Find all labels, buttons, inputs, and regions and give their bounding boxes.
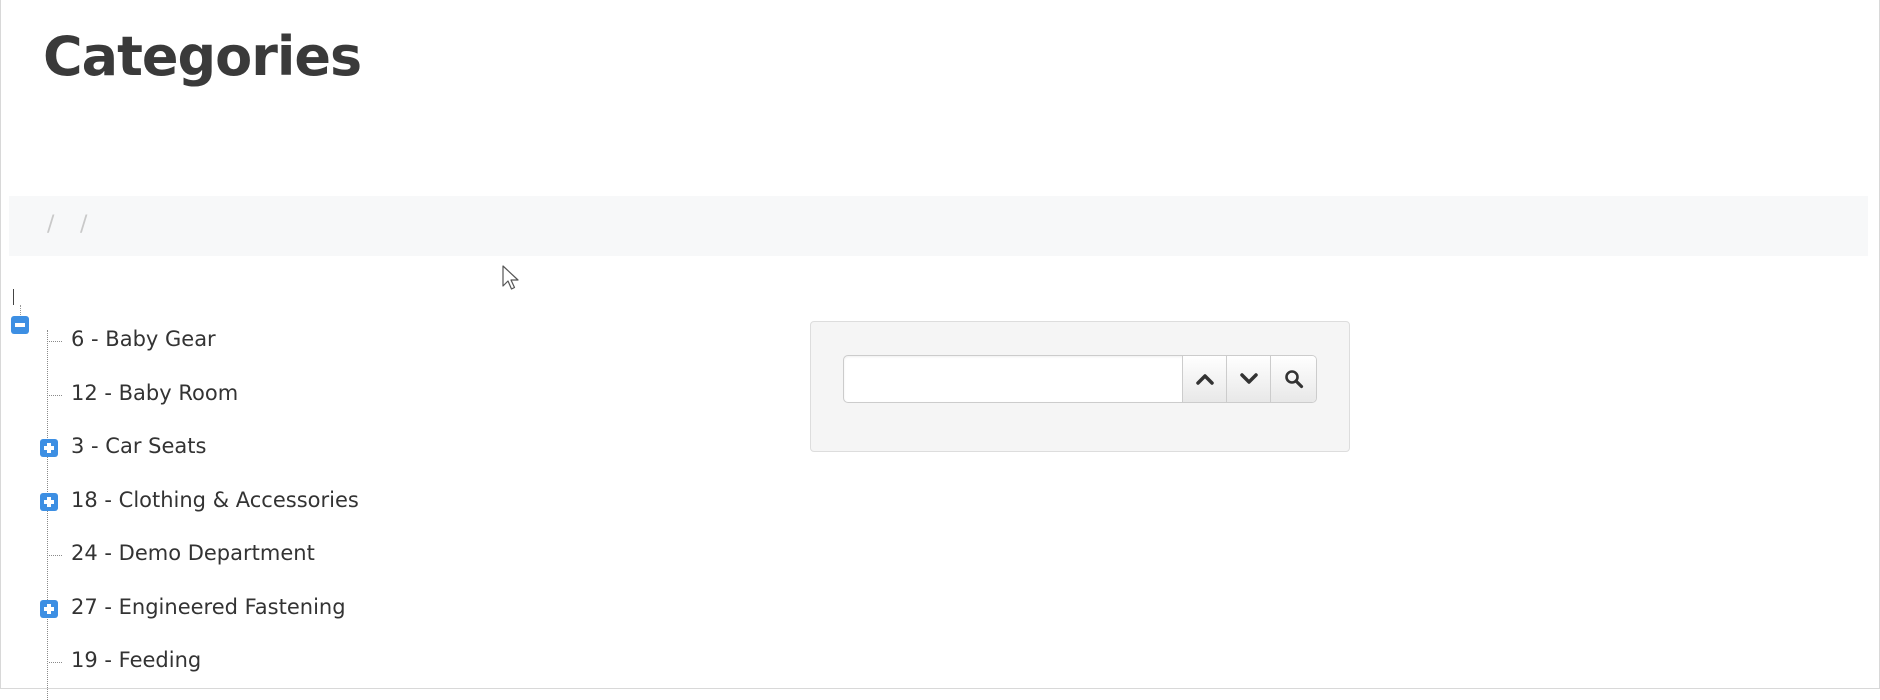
tree-expand-button[interactable] xyxy=(40,600,58,618)
breadcrumb-separator: / xyxy=(47,212,55,237)
mouse-pointer-icon xyxy=(502,265,519,290)
plus-icon-bar xyxy=(47,497,51,507)
search-previous-button[interactable] xyxy=(1182,356,1226,402)
breadcrumb: / / xyxy=(9,196,1868,256)
tree-expand-button[interactable] xyxy=(40,439,58,457)
tree-item-label[interactable]: 18 - Clothing & Accessories xyxy=(71,488,359,512)
tree-item[interactable]: 19 - Feeding xyxy=(40,647,420,677)
tree-root-collapse-button[interactable] xyxy=(11,316,29,334)
tree-item-label[interactable]: 12 - Baby Room xyxy=(71,381,238,405)
tree-item-label[interactable]: 19 - Feeding xyxy=(71,648,201,672)
tree-item-label[interactable]: 27 - Engineered Fastening xyxy=(71,595,346,619)
plus-icon-bar xyxy=(47,604,51,614)
breadcrumb-separator: / xyxy=(80,212,88,237)
tree-connector xyxy=(49,341,62,342)
search-input-group xyxy=(843,355,1317,403)
tree-item[interactable]: 3 - Car Seats xyxy=(40,433,420,463)
tree-connector xyxy=(49,395,62,396)
minus-icon xyxy=(15,323,25,327)
page-title: Categories xyxy=(43,25,362,88)
tree-item-label[interactable]: 24 - Demo Department xyxy=(71,541,315,565)
search-icon xyxy=(1284,370,1303,389)
plus-icon-bar xyxy=(47,443,51,453)
tree-connector xyxy=(20,305,21,315)
tree-connector xyxy=(49,555,62,556)
search-input[interactable] xyxy=(844,356,1182,402)
tree-item[interactable]: 18 - Clothing & Accessories xyxy=(40,487,420,517)
search-next-button[interactable] xyxy=(1226,356,1270,402)
tree-item[interactable]: 27 - Engineered Fastening xyxy=(40,594,420,624)
tree-item-label[interactable]: 6 - Baby Gear xyxy=(71,327,216,351)
tree-item[interactable]: 6 - Baby Gear xyxy=(40,326,420,356)
chevron-up-icon xyxy=(1195,374,1214,385)
tree-search-panel xyxy=(810,321,1350,452)
chevron-down-icon xyxy=(1239,373,1258,384)
tree-connector xyxy=(49,662,62,663)
tree-item-label[interactable]: 3 - Car Seats xyxy=(71,434,206,458)
tree-item[interactable]: 12 - Baby Room xyxy=(40,380,420,410)
search-button[interactable] xyxy=(1270,356,1316,402)
category-tree: 6 - Baby Gear 12 - Baby Room 3 - Car Sea… xyxy=(0,300,420,700)
tree-expand-button[interactable] xyxy=(40,493,58,511)
tree-item[interactable]: 24 - Demo Department xyxy=(40,540,420,570)
